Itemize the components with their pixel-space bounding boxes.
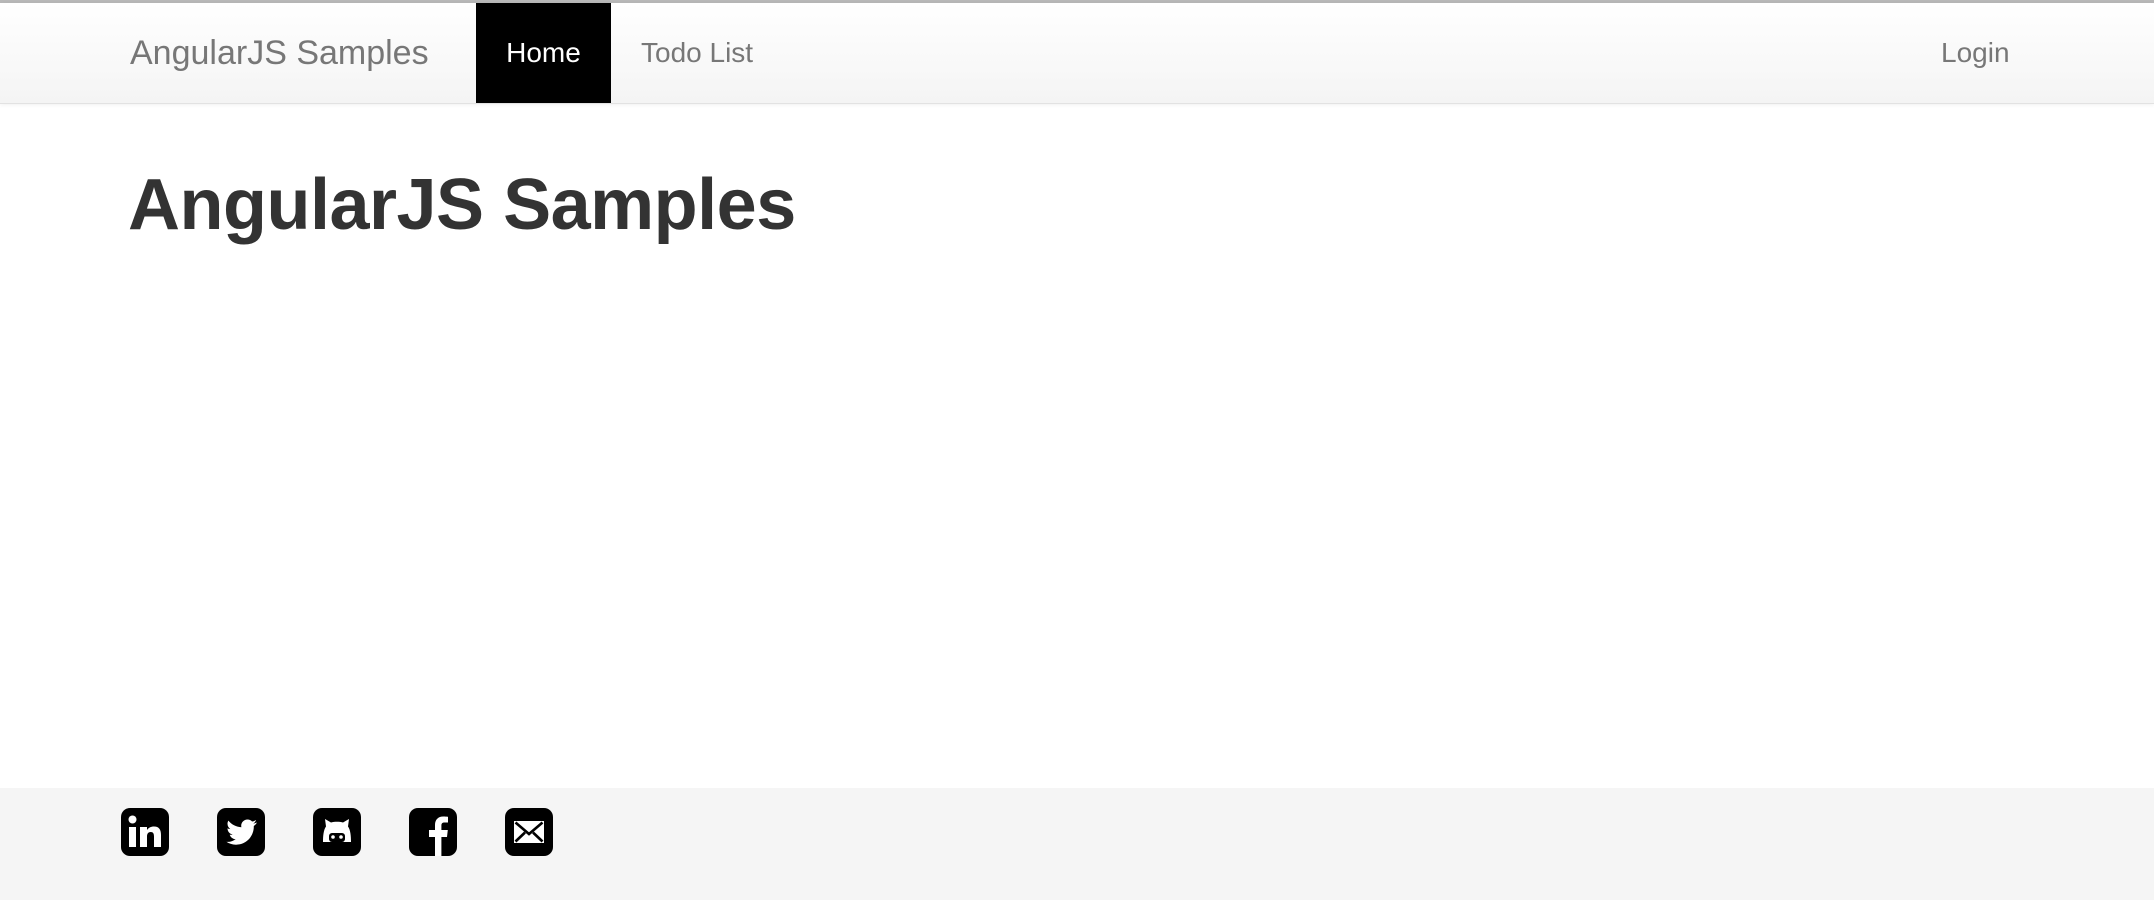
navbar: AngularJS Samples Home Todo List Login <box>0 3 2154 104</box>
social-links <box>121 808 553 856</box>
email-icon[interactable] <box>505 808 553 856</box>
nav-item-home[interactable]: Home <box>476 3 611 103</box>
nav-item-todo-list[interactable]: Todo List <box>641 3 753 103</box>
nav-item-login[interactable]: Login <box>1941 3 2010 103</box>
navbar-brand[interactable]: AngularJS Samples <box>130 3 429 103</box>
page-title: AngularJS Samples <box>128 165 796 245</box>
linkedin-icon[interactable] <box>121 808 169 856</box>
footer <box>0 788 2154 900</box>
facebook-icon[interactable] <box>409 808 457 856</box>
github-icon[interactable] <box>313 808 361 856</box>
page: AngularJS Samples Home Todo List Login A… <box>0 0 2154 900</box>
twitter-icon[interactable] <box>217 808 265 856</box>
